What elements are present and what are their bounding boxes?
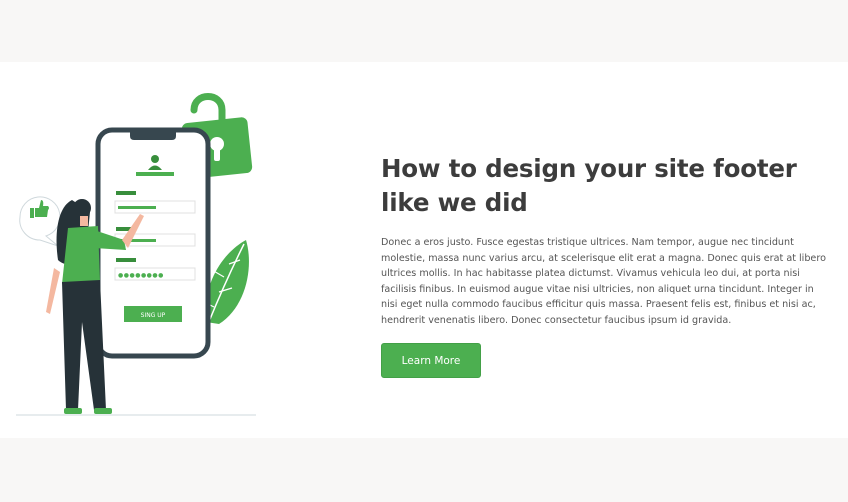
feature-section: ●●●●●●●● SING UP How to design your site… xyxy=(0,62,848,438)
page-title: How to design your site footer like we d… xyxy=(381,154,797,217)
content-column: How to design your site footer like we d… xyxy=(381,152,833,378)
top-band xyxy=(0,0,848,62)
thumbs-up-icon xyxy=(19,196,61,247)
password-mask: ●●●●●●●● xyxy=(118,272,164,279)
phone-signup-label: SING UP xyxy=(141,312,166,319)
learn-more-button[interactable]: Learn More xyxy=(381,342,481,378)
bottom-band xyxy=(0,438,848,502)
description-text: Donec a eros justo. Fusce egestas tristi… xyxy=(381,237,826,326)
signup-illustration: ●●●●●●●● SING UP xyxy=(16,93,256,416)
